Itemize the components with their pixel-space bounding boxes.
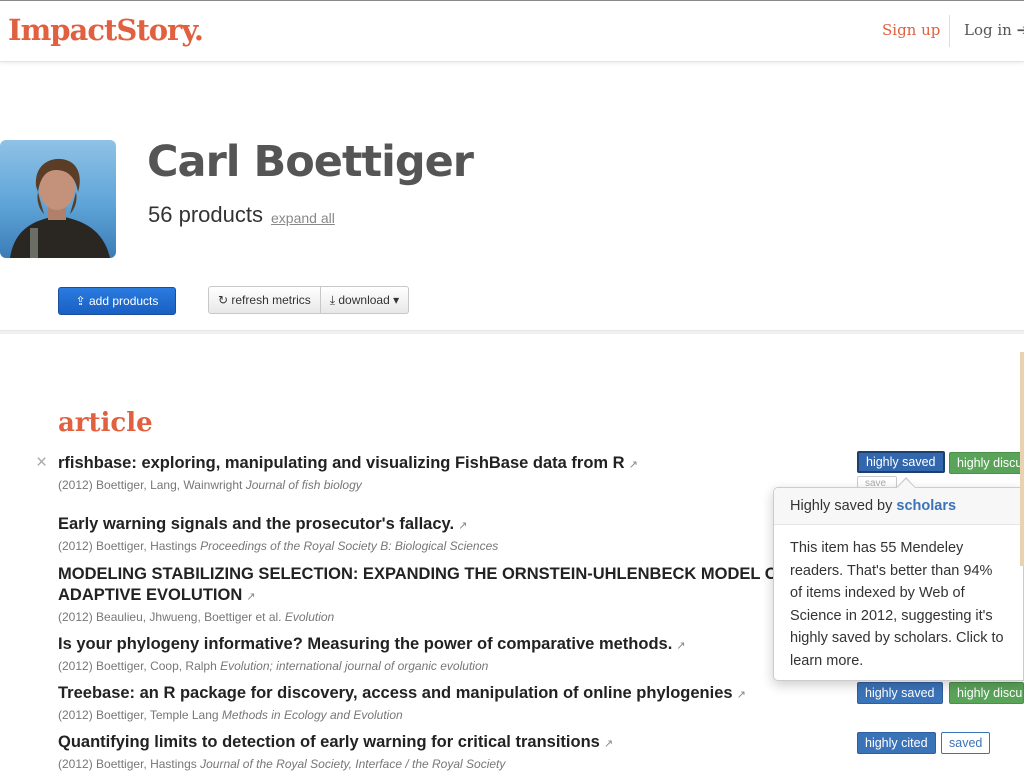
product-title[interactable]: Early warning signals and the prosecutor… bbox=[58, 514, 858, 537]
badge-highly-cited[interactable]: highly cited bbox=[857, 732, 936, 754]
download-dropdown-button[interactable]: ⤓ download ▾ bbox=[319, 287, 408, 313]
external-link-icon[interactable]: ↗ bbox=[604, 734, 613, 755]
external-link-icon[interactable]: ↗ bbox=[458, 516, 467, 537]
log-in-link[interactable]: Log in ➔ bbox=[964, 21, 1024, 39]
impactstory-logo[interactable]: ImpactStory. bbox=[8, 13, 204, 47]
refresh-metrics-button[interactable]: ↻ refresh metrics bbox=[209, 287, 320, 313]
expand-all-link[interactable]: expand all bbox=[271, 210, 335, 226]
badge-highly-discussed[interactable]: highly discu bbox=[949, 682, 1024, 704]
badge-highly-discussed[interactable]: highly discu bbox=[949, 452, 1024, 474]
product-meta: (2012) Boettiger, Temple Lang Methods in… bbox=[58, 708, 403, 722]
product-meta: (2012) Boettiger, Coop, Ralph Evolution;… bbox=[58, 659, 489, 673]
popover-title-highlight: scholars bbox=[896, 498, 957, 514]
product-title[interactable]: MODELING STABILIZING SELECTION: EXPANDIN… bbox=[58, 564, 818, 608]
remove-product-icon[interactable]: × bbox=[36, 452, 47, 474]
product-meta: (2012) Boettiger, Lang, Wainwright Journ… bbox=[58, 478, 362, 492]
top-navbar: ImpactStory. Sign up Log in ➔ bbox=[0, 0, 1024, 62]
product-item: rfishbase: exploring, manipulating and v… bbox=[58, 453, 858, 492]
popover-body: This item has 55 Mendeley readers. That'… bbox=[790, 540, 1004, 669]
external-link-icon[interactable]: ↗ bbox=[676, 636, 685, 657]
product-item: Early warning signals and the prosecutor… bbox=[58, 514, 858, 553]
profile-photo-icon bbox=[10, 158, 110, 258]
product-meta: (2012) Boettiger, Hastings Proceedings o… bbox=[58, 539, 499, 553]
metric-popover[interactable]: Highly saved by scholars This item has 5… bbox=[773, 487, 1024, 681]
product-meta: (2012) Beaulieu, Jhwueng, Boettiger et a… bbox=[58, 610, 335, 624]
section-divider bbox=[0, 330, 1024, 334]
product-meta: (2012) Boettiger, Hastings Journal of th… bbox=[58, 757, 506, 771]
popover-title: Highly saved by scholars bbox=[774, 488, 1023, 525]
product-title[interactable]: Quantifying limits to detection of early… bbox=[58, 732, 858, 755]
nav-divider bbox=[949, 15, 950, 47]
badge-highly-saved[interactable]: highly saved bbox=[857, 682, 943, 704]
product-item: Quantifying limits to detection of early… bbox=[58, 732, 858, 771]
section-heading-article: article bbox=[58, 408, 153, 438]
profile-name: Carl Boettiger bbox=[147, 137, 474, 187]
profile-avatar bbox=[0, 140, 116, 258]
product-item: Treebase: an R package for discovery, ac… bbox=[58, 683, 858, 722]
badge-saved[interactable]: saved bbox=[941, 732, 991, 754]
external-link-icon[interactable]: ↗ bbox=[629, 455, 638, 476]
external-link-icon[interactable]: ↗ bbox=[737, 685, 746, 706]
external-link-icon[interactable]: ↗ bbox=[246, 587, 255, 608]
products-count: 56 products bbox=[148, 202, 263, 227]
product-title[interactable]: Is your phylogeny informative? Measuring… bbox=[58, 634, 858, 657]
scrollbar-track[interactable] bbox=[1020, 352, 1024, 566]
add-products-button[interactable]: ⇪ add products bbox=[58, 287, 176, 315]
product-item: MODELING STABILIZING SELECTION: EXPANDIN… bbox=[58, 564, 858, 624]
sign-up-link[interactable]: Sign up bbox=[882, 21, 940, 39]
popover-arrow-inner bbox=[897, 479, 915, 488]
product-title[interactable]: Treebase: an R package for discovery, ac… bbox=[58, 683, 858, 706]
badge-highly-saved[interactable]: highly saved bbox=[857, 451, 945, 473]
metrics-button-group: ↻ refresh metrics ⤓ download ▾ bbox=[208, 286, 410, 314]
product-title[interactable]: rfishbase: exploring, manipulating and v… bbox=[58, 453, 858, 476]
product-item: Is your phylogeny informative? Measuring… bbox=[58, 634, 858, 673]
